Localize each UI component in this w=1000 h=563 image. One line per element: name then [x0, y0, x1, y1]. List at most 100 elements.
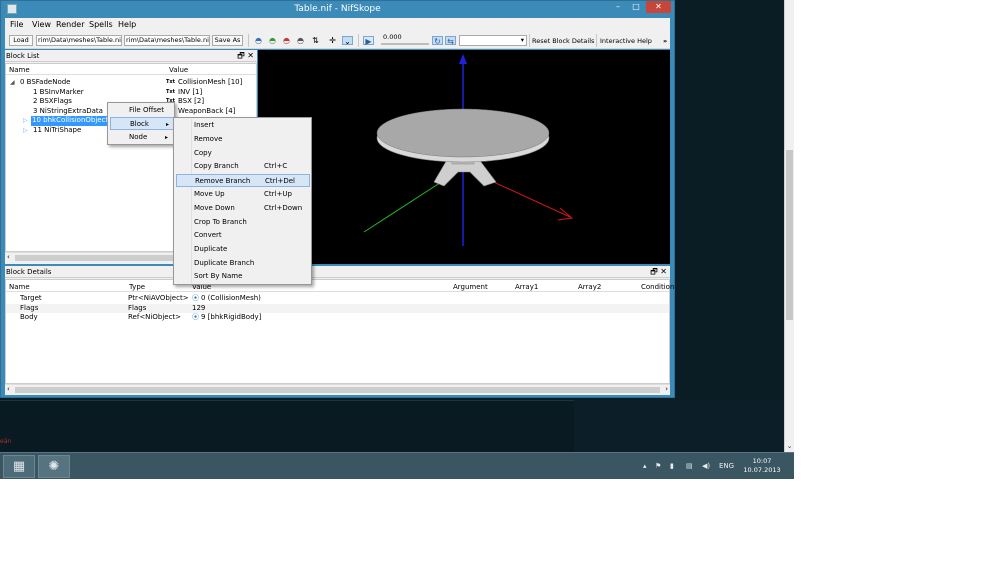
block-details-header: Block Details 🗗 ✕: [5, 266, 670, 278]
reset-block-details-button[interactable]: Reset Block Details: [532, 37, 594, 45]
save-path-input[interactable]: rim\Data\meshes\Table.nif: [124, 35, 210, 46]
dock-float-close-icon[interactable]: 🗗 ✕: [237, 50, 254, 62]
tree-row[interactable]: 1 BSInvMarker Txt INV [1]: [6, 88, 256, 98]
toolbar-overflow-icon[interactable]: »: [663, 37, 667, 45]
close-button[interactable]: ✕: [646, 1, 671, 13]
flip-view-icon[interactable]: ⇅: [310, 36, 321, 45]
scroll-down-arrow-icon[interactable]: ⌄: [785, 442, 794, 451]
page-vertical-scrollbar[interactable]: ⌄: [784, 0, 794, 452]
play-icon[interactable]: ▶: [363, 36, 374, 46]
view-side-icon[interactable]: ◓: [281, 36, 292, 45]
block-list-header: Block List 🗗 ✕: [5, 50, 257, 62]
clock-date: 10.07.2013: [743, 466, 781, 474]
load-button[interactable]: Load: [9, 35, 33, 46]
menu-item-node[interactable]: Node ▸: [110, 131, 172, 144]
column-argument[interactable]: Argument: [453, 283, 488, 291]
tree-column-header: Name Value: [6, 64, 256, 75]
interactive-help-button[interactable]: Interactive Help: [600, 37, 652, 45]
menu-item-file-offset[interactable]: File Offset: [110, 104, 172, 117]
details-row[interactable]: Flags Flags 129: [6, 303, 669, 314]
column-array1[interactable]: Array1: [515, 283, 538, 291]
column-condition[interactable]: Condition: [641, 283, 674, 291]
block-details-hscrollbar[interactable]: ‹ ›: [5, 384, 670, 395]
menu-item-copy[interactable]: Copy: [176, 147, 309, 160]
column-type[interactable]: Type: [129, 283, 145, 291]
menu-item-label: Move Down: [194, 204, 235, 212]
load-path-input[interactable]: rim\Data\meshes\Table.nif: [36, 35, 122, 46]
menu-item-remove[interactable]: Remove: [176, 133, 309, 146]
action-center-icon[interactable]: ⚑: [655, 462, 661, 470]
dropdown-arrow-icon[interactable]: ⌄: [342, 36, 353, 46]
details-row[interactable]: Target Ptr<NiAVObject> ⦿ 0 (CollisionMes…: [6, 294, 669, 304]
field-value[interactable]: 0 (CollisionMesh): [201, 294, 261, 304]
txt-icon: Txt: [166, 88, 176, 95]
block-details-table[interactable]: Name Type Value Argument Array1 Array2 C…: [5, 279, 674, 384]
switch-icon[interactable]: ⇆: [445, 36, 456, 46]
menu-shortcut: Ctrl+Up: [264, 190, 292, 198]
menu-item-sort-by-name[interactable]: Sort By Name: [176, 270, 309, 283]
tree-row[interactable]: ◢ 0 BSFadeNode Txt CollisionMesh [10]: [6, 78, 256, 88]
menu-item-move-down[interactable]: Move Down Ctrl+Down: [176, 202, 309, 215]
expand-arrow-icon[interactable]: ▷: [23, 116, 28, 126]
console-side-panel: [574, 400, 784, 452]
menu-item-block[interactable]: Block ▸: [110, 117, 174, 130]
maximize-button[interactable]: □: [625, 1, 647, 13]
field-value[interactable]: 129: [192, 304, 205, 314]
menu-item-label: Insert: [194, 121, 215, 129]
menu-file[interactable]: File: [10, 20, 23, 29]
scrollbar-thumb[interactable]: [786, 150, 793, 320]
menu-item-label: Move Up: [194, 190, 225, 198]
menu-item-label: Crop To Branch: [194, 217, 247, 226]
scroll-left-icon[interactable]: ‹: [7, 253, 10, 261]
clock[interactable]: 10:07 10.07.2013: [742, 457, 782, 475]
menu-item-move-up[interactable]: Move Up Ctrl+Up: [176, 188, 309, 201]
network-icon[interactable]: ▤: [686, 462, 693, 470]
clock-time: 10:07: [752, 457, 772, 465]
window-title: Table.nif - NifSkope: [294, 4, 381, 14]
menu-view[interactable]: View: [32, 20, 51, 29]
toolbar-separator: [529, 34, 530, 47]
view-front-icon[interactable]: ◓: [267, 36, 278, 45]
scroll-left-icon[interactable]: ‹: [7, 385, 10, 393]
menu-render[interactable]: Render: [56, 20, 84, 29]
menu-item-crop-to-branch[interactable]: Crop To Branch: [176, 216, 309, 229]
dock-float-close-icon[interactable]: 🗗 ✕: [650, 266, 667, 278]
expand-arrow-icon[interactable]: ▷: [23, 126, 28, 136]
column-name[interactable]: Name: [9, 283, 30, 291]
power-icon[interactable]: ▮: [670, 462, 674, 470]
column-name[interactable]: Name: [9, 66, 30, 74]
language-indicator[interactable]: ENG: [719, 462, 734, 470]
menu-item-convert[interactable]: Convert: [176, 229, 309, 242]
menu-spells[interactable]: Spells: [89, 20, 113, 29]
column-array2[interactable]: Array2: [578, 283, 601, 291]
expand-arrow-icon[interactable]: ◢: [10, 78, 15, 88]
menu-help[interactable]: Help: [118, 20, 136, 29]
menu-item-duplicate-branch[interactable]: Duplicate Branch: [176, 257, 309, 270]
column-value[interactable]: Value: [169, 66, 188, 74]
menu-item-insert[interactable]: Insert: [176, 119, 309, 132]
field-value[interactable]: 9 [bhkRigidBody]: [201, 313, 261, 323]
file-manager-icon[interactable]: ▦: [3, 455, 35, 478]
menu-item-duplicate[interactable]: Duplicate: [176, 243, 309, 256]
view-user-icon[interactable]: ◓: [295, 36, 306, 45]
3d-viewport[interactable]: [258, 50, 670, 264]
scrollbar-thumb[interactable]: [15, 387, 660, 393]
nifskope-window: Table.nif - NifSkope – □ ✕ File View Ren…: [0, 0, 675, 398]
menu-item-copy-branch[interactable]: Copy Branch Ctrl+C: [176, 160, 309, 173]
scroll-right-icon[interactable]: ›: [665, 385, 668, 393]
nifskope-taskbar-icon[interactable]: ✺: [38, 455, 70, 478]
volume-icon[interactable]: ◀): [702, 462, 710, 470]
link-icon: ⦿: [192, 313, 199, 321]
save-as-button[interactable]: Save As: [212, 35, 243, 46]
animation-select[interactable]: ▾: [459, 35, 527, 46]
title-bar[interactable]: Table.nif - NifSkope – □ ✕: [1, 1, 674, 18]
move-view-icon[interactable]: ✛: [327, 36, 338, 45]
view-top-icon[interactable]: ◓: [253, 36, 264, 45]
details-row[interactable]: Body Ref<NiObject> ⦿ 9 [bhkRigidBody]: [6, 313, 669, 323]
viewport-canvas[interactable]: [258, 50, 670, 264]
menu-item-label: Block: [130, 120, 149, 128]
time-slider[interactable]: [381, 43, 429, 45]
show-hidden-icons-icon[interactable]: ▴: [643, 462, 647, 470]
menu-item-remove-branch[interactable]: Remove Branch Ctrl+Del: [176, 174, 310, 187]
loop-icon[interactable]: ↻: [432, 36, 443, 46]
